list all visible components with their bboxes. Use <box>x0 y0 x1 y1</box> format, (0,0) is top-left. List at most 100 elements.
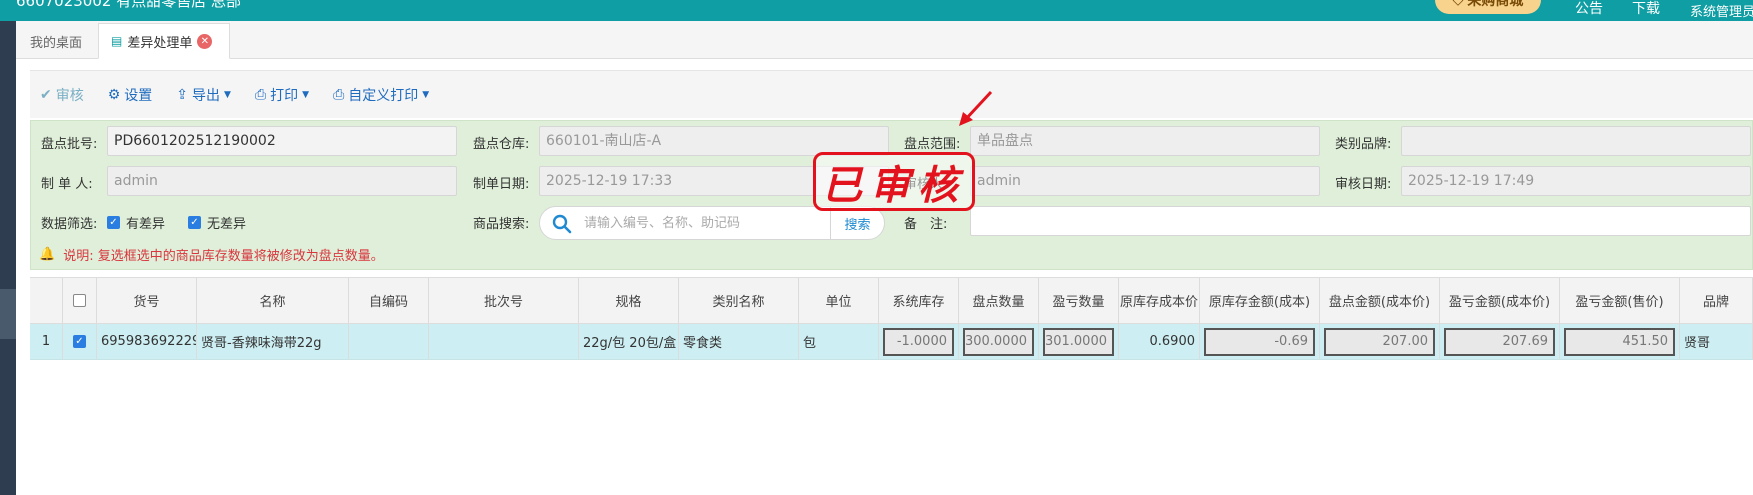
settings-label: 设置 <box>124 87 153 104</box>
cell-cost-price: 0.6900 <box>1119 324 1200 359</box>
settings-button[interactable]: ⚙ 设置 <box>108 85 153 105</box>
header-cell[interactable]: 类别名称 <box>679 278 799 323</box>
header-cell[interactable]: 自编码 <box>349 278 429 323</box>
chevron-down-icon: ▼ <box>302 89 310 100</box>
scope-field[interactable]: 单品盘点 <box>970 126 1320 156</box>
approve-button[interactable]: ✔ 审核 <box>40 85 84 105</box>
header-cell[interactable]: 原库存金额(成本) <box>1200 278 1320 323</box>
print-button[interactable]: ⎙ 打印 ▼ <box>255 85 309 105</box>
mall-icon: ◇ <box>1452 0 1464 8</box>
top-bar: 6607023002 有点甜零售店 总部 ◇ 采购商城 公告 下载 系统管理员 <box>0 0 1753 21</box>
cell-spec: 22g/包 20包/盒 <box>579 324 679 359</box>
header-cell[interactable]: 系统库存 <box>879 278 959 323</box>
annotation-arrow-icon <box>959 90 993 126</box>
orig-amount-field[interactable]: -0.69 <box>1204 327 1315 356</box>
approved-date-field[interactable]: 2025-12-19 17:49 <box>1401 166 1751 196</box>
header-cell[interactable]: 名称 <box>197 278 349 323</box>
printer-icon: ⎙ <box>254 86 267 103</box>
export-button[interactable]: ⇪ 导出 ▼ <box>176 85 231 105</box>
header-cell[interactable]: 盈亏金额(成本价) <box>1440 278 1560 323</box>
count-amount-field[interactable]: 207.00 <box>1324 327 1435 356</box>
cell-diff-amount-cost: 207.69 <box>1440 324 1560 359</box>
toolbar: ✔ 审核 ⚙ 设置 ⇪ 导出 ▼ ⎙ 打印 ▼ ⎙ 自定义打印 ▼ <box>30 70 1753 118</box>
note-text: 说明: 复选框选中的商品库存数量将被修改为盘点数量。 <box>63 249 384 264</box>
diff-amount-cost-field[interactable]: 207.69 <box>1444 327 1555 356</box>
count-qty-field[interactable]: 300.0000 <box>963 327 1034 356</box>
cell-system-stock: -1.0000 <box>879 324 959 359</box>
sidebar-rail <box>0 21 16 495</box>
table-row[interactable]: 1 ✓ 6959836922298 贤哥-香辣味海带22g 22g/包 20包/… <box>30 324 1753 360</box>
detail-table: 货号 名称 自编码 批次号 规格 类别名称 单位 系统库存 盘点数量 盈亏数量 … <box>30 277 1753 361</box>
chevron-down-icon: ▼ <box>422 89 430 100</box>
checkbox-checked-icon: ✓ <box>107 216 120 229</box>
download-link[interactable]: 下载 <box>1632 0 1660 18</box>
header-select-all[interactable] <box>63 278 97 323</box>
search-input[interactable] <box>584 207 804 239</box>
brand-label: 类别品牌: <box>1335 137 1392 152</box>
created-date-label: 制单日期: <box>473 177 530 192</box>
cell-self-code <box>349 324 429 359</box>
print-label: 打印 <box>270 87 299 104</box>
header-cell[interactable]: 盘点金额(成本价) <box>1320 278 1440 323</box>
table-header-row: 货号 名称 自编码 批次号 规格 类别名称 单位 系统库存 盘点数量 盈亏数量 … <box>30 278 1753 324</box>
bell-icon: 🔔 <box>39 247 56 262</box>
sidebar-highlight[interactable] <box>0 289 16 339</box>
creator-field[interactable]: admin <box>107 166 457 196</box>
header-cell[interactable]: 盘点数量 <box>959 278 1039 323</box>
remark-label: 备 注: <box>904 217 948 232</box>
header-cell[interactable]: 单位 <box>799 278 879 323</box>
tab-label: 差异处理单 <box>127 35 193 51</box>
filter-nodiff-checkbox[interactable]: ✓ 无差异 <box>188 213 246 232</box>
close-icon[interactable]: ✕ <box>197 33 213 49</box>
scope-label: 盘点范围: <box>904 137 961 152</box>
remark-field[interactable] <box>970 206 1751 236</box>
search-icon <box>552 214 572 234</box>
row-checkbox[interactable]: ✓ <box>63 324 97 359</box>
cell-diff-qty: 301.0000 <box>1039 324 1119 359</box>
creator-label: 制 单 人: <box>41 177 93 192</box>
app-title: 6607023002 有点甜零售店 总部 <box>16 0 241 10</box>
warehouse-label: 盘点仓库: <box>473 137 530 152</box>
tab-label: 我的桌面 <box>30 35 83 51</box>
export-icon: ⇪ <box>176 86 189 103</box>
header-cell[interactable]: 盈亏数量 <box>1039 278 1119 323</box>
cell-orig-amount: -0.69 <box>1200 324 1320 359</box>
filter-diff-label: 有差异 <box>126 217 166 232</box>
checkbox-checked-icon: ✓ <box>73 335 86 348</box>
note: 🔔 说明: 复选框选中的商品库存数量将被修改为盘点数量。 <box>39 245 384 264</box>
export-label: 导出 <box>192 87 221 104</box>
header-cell[interactable]: 盈亏金额(售价) <box>1560 278 1680 323</box>
filter-diff-checkbox[interactable]: ✓ 有差异 <box>107 213 165 232</box>
header-cell[interactable]: 批次号 <box>429 278 579 323</box>
check-icon: ✔ <box>40 86 52 103</box>
cell-unit: 包 <box>799 324 879 359</box>
mall-button[interactable]: ◇ 采购商城 <box>1435 0 1541 14</box>
cell-name: 贤哥-香辣味海带22g <box>197 324 349 359</box>
search-button[interactable]: 搜索 <box>830 207 884 239</box>
search-label: 商品搜索: <box>473 217 530 232</box>
tab-diff-order[interactable]: ▤ 差异处理单 ✕ <box>98 23 230 59</box>
system-stock-field[interactable]: -1.0000 <box>883 327 954 356</box>
approver-field[interactable]: admin <box>970 166 1320 196</box>
cell-diff-amount-sale: 451.50 <box>1560 324 1680 359</box>
header-cell[interactable]: 规格 <box>579 278 679 323</box>
header-cell[interactable]: 货号 <box>97 278 197 323</box>
document-icon: ▤ <box>111 34 123 48</box>
cell-brand: 贤哥 <box>1680 324 1753 359</box>
cell-category: 零食类 <box>679 324 799 359</box>
tab-bar: 我的桌面 ▤ 差异处理单 ✕ <box>16 21 1753 59</box>
cell-batch <box>429 324 579 359</box>
user-name[interactable]: 系统管理员 <box>1690 1 1753 20</box>
batch-field[interactable]: PD6601202512190002 <box>107 126 457 156</box>
diff-amount-sale-field[interactable]: 451.50 <box>1564 327 1675 356</box>
custom-print-button[interactable]: ⎙ 自定义打印 ▼ <box>333 85 429 105</box>
cell-sku: 6959836922298 <box>97 324 197 359</box>
batch-label: 盘点批号: <box>41 137 98 152</box>
diff-qty-field[interactable]: 301.0000 <box>1043 327 1114 356</box>
header-cell[interactable]: 品牌 <box>1680 278 1753 323</box>
search-box: 搜索 <box>539 206 885 240</box>
brand-field[interactable] <box>1401 126 1751 156</box>
announcement-link[interactable]: 公告 <box>1575 0 1603 18</box>
tab-desktop[interactable]: 我的桌面 <box>18 23 94 59</box>
header-cell[interactable]: 原库存成本价 <box>1119 278 1200 323</box>
